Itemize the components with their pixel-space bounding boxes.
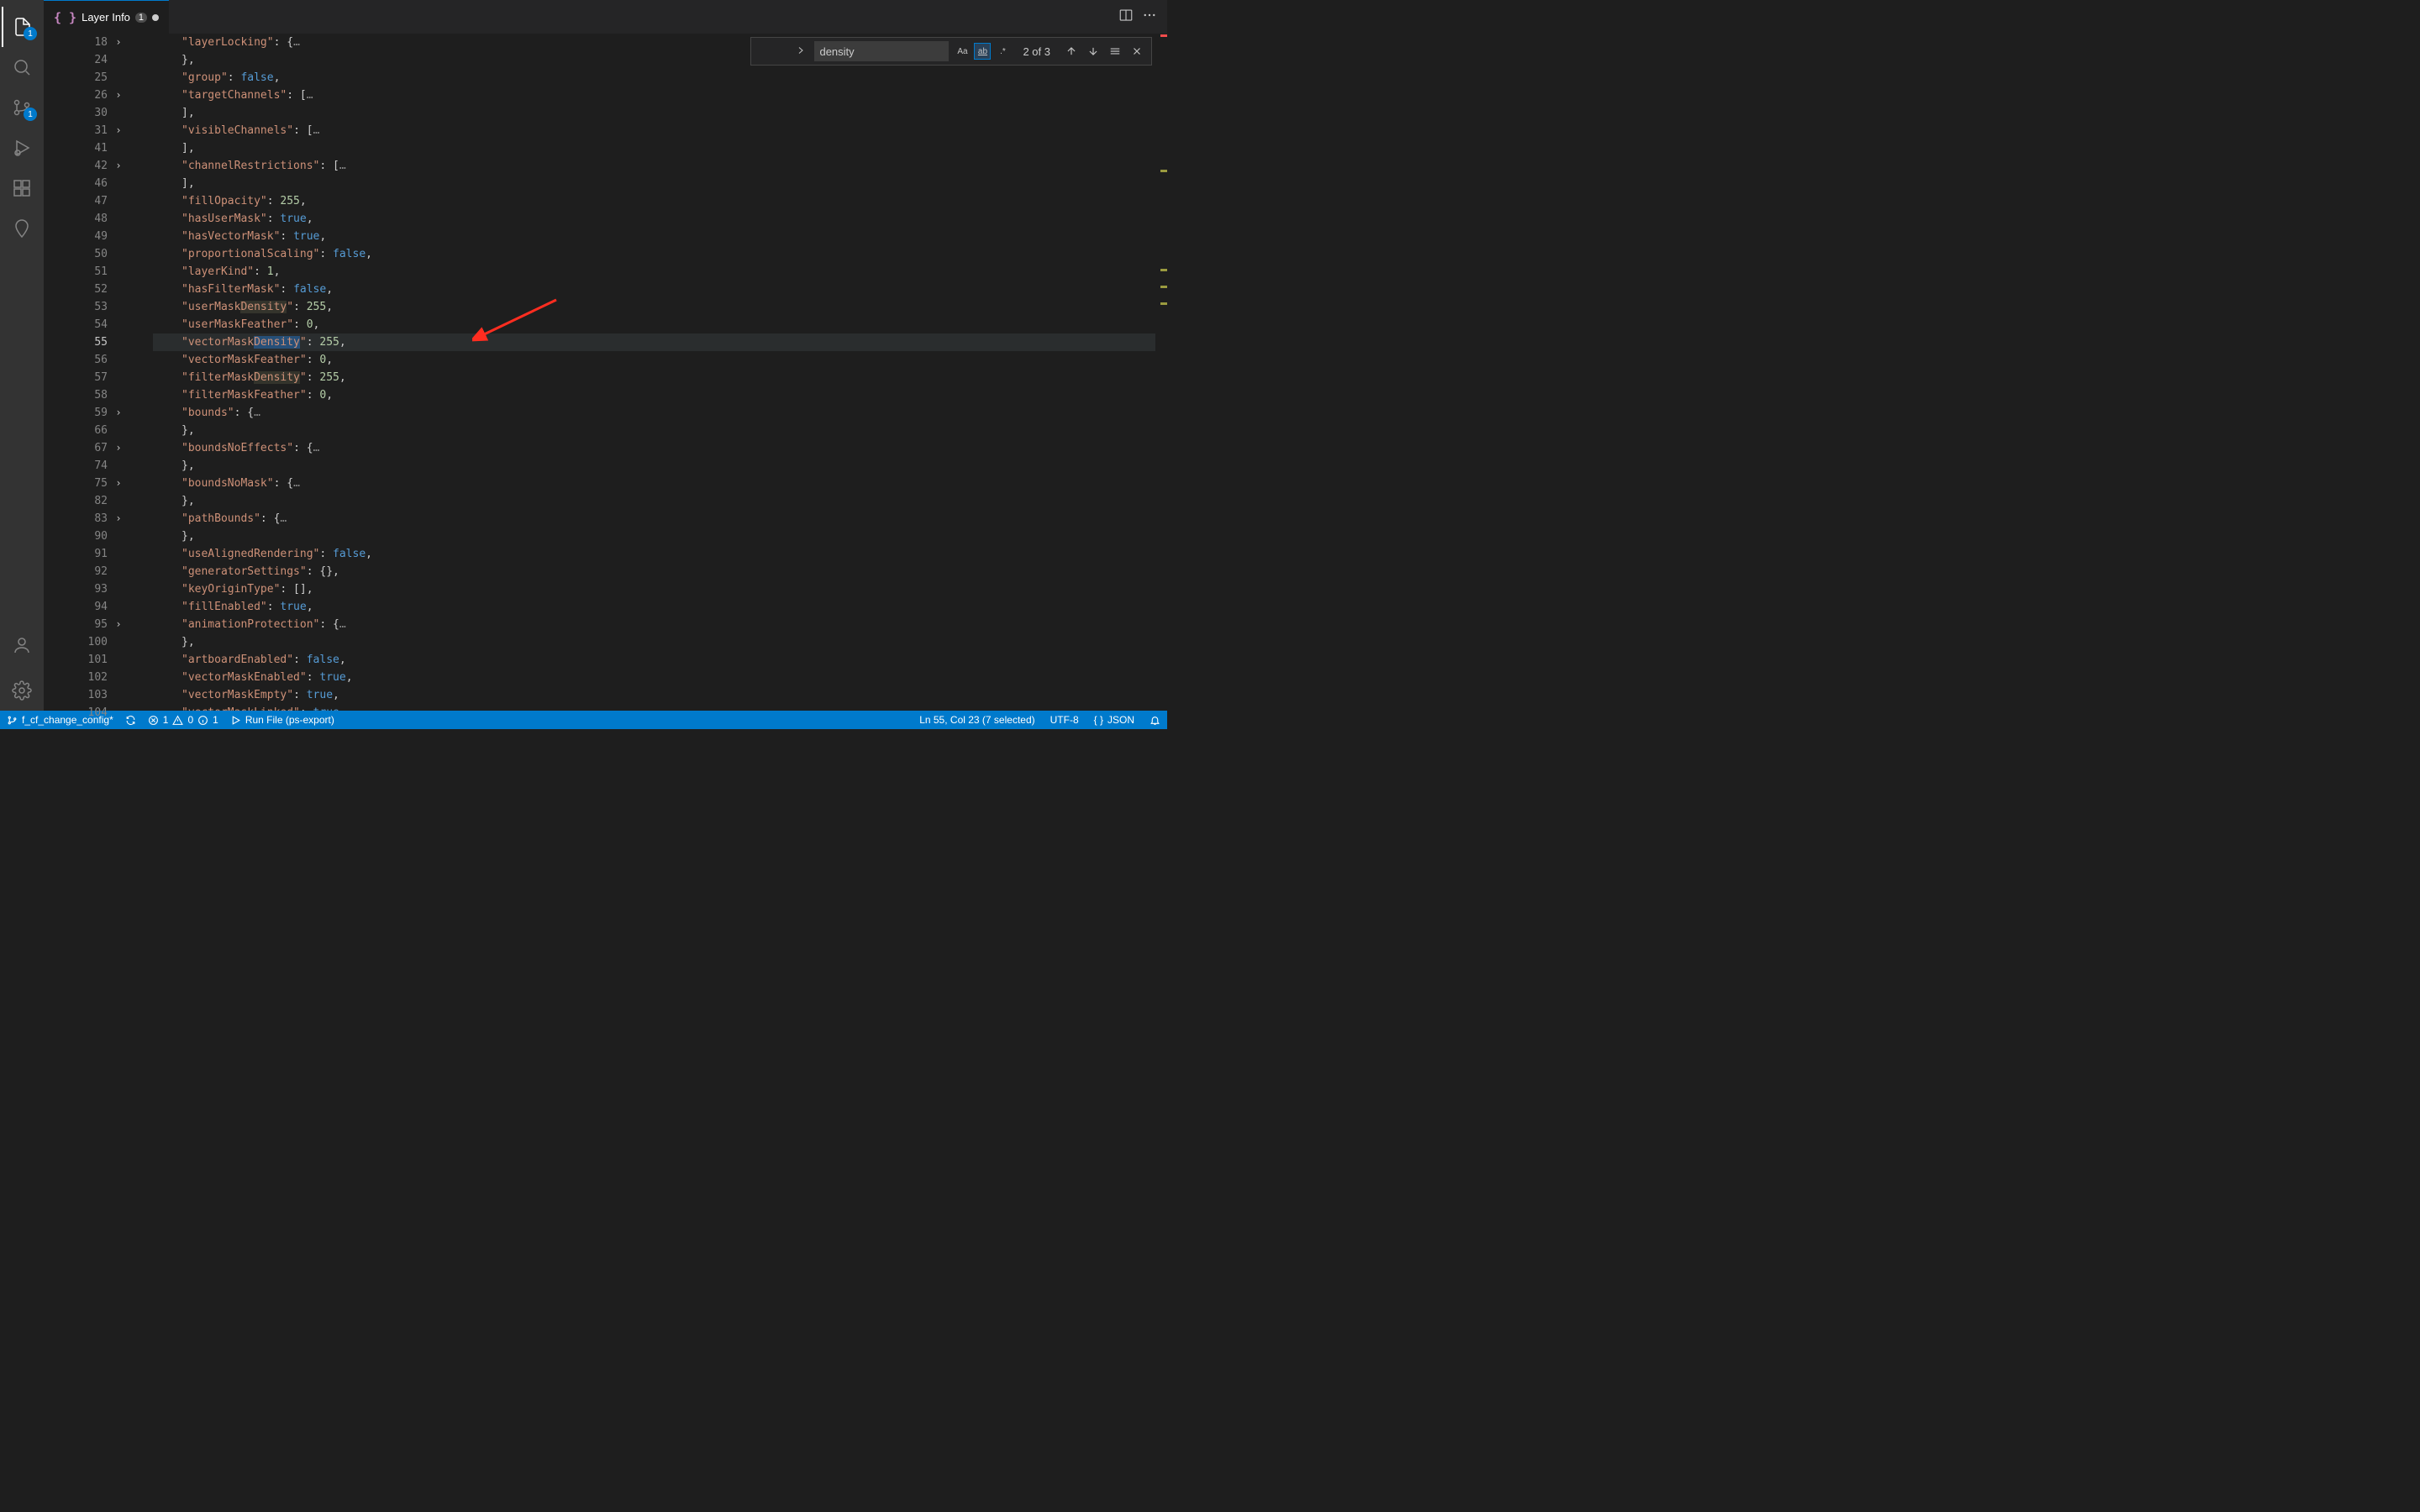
minimap-scrollbar[interactable] <box>1155 34 1167 711</box>
code-line[interactable]: "artboardEnabled": false, <box>153 651 1167 669</box>
code-line[interactable]: "pathBounds": {… <box>153 510 1167 528</box>
more-actions-icon[interactable] <box>1142 8 1157 26</box>
code-line[interactable]: "userMaskFeather": 0, <box>153 316 1167 333</box>
tab-layer-info[interactable]: { } Layer Info 1 <box>44 0 169 34</box>
line-number-gutter: 18›242526›3031›4142›46474849505152535455… <box>44 34 153 711</box>
code-line[interactable]: "generatorSettings": {}, <box>153 563 1167 580</box>
code-line[interactable]: "boundsNoEffects": {… <box>153 439 1167 457</box>
run-task-status[interactable]: Run File (ps-export) <box>230 714 334 726</box>
find-widget: Aa ab .* 2 of 3 <box>750 37 1152 66</box>
find-in-selection-icon[interactable] <box>1106 42 1124 60</box>
code-line[interactable]: "hasVectorMask": true, <box>153 228 1167 245</box>
code-line[interactable]: "fillOpacity": 255, <box>153 192 1167 210</box>
code-line[interactable]: ], <box>153 175 1167 192</box>
code-line[interactable]: "hasUserMask": true, <box>153 210 1167 228</box>
code-line[interactable]: "vectorMaskFeather": 0, <box>153 351 1167 369</box>
encoding-status[interactable]: UTF-8 <box>1050 714 1079 726</box>
json-file-icon: { } <box>54 10 76 25</box>
activity-bar: 1 1 <box>0 0 44 711</box>
status-bar: f_cf_change_config* 1 0 1 Run File (ps-e… <box>0 711 1167 729</box>
cursor-position-status[interactable]: Ln 55, Col 23 (7 selected) <box>919 714 1034 726</box>
code-line[interactable]: "userMaskDensity": 255, <box>153 298 1167 316</box>
settings-gear-icon[interactable] <box>2 670 42 711</box>
code-line[interactable]: "proportionalScaling": false, <box>153 245 1167 263</box>
code-line[interactable]: }, <box>153 633 1167 651</box>
code-line[interactable]: "layerKind": 1, <box>153 263 1167 281</box>
problems-status[interactable]: 1 0 1 <box>148 714 218 726</box>
tab-pin-badge: 1 <box>135 13 147 23</box>
accounts-icon[interactable] <box>2 625 42 665</box>
code-line[interactable]: "fillEnabled": true, <box>153 598 1167 616</box>
code-line[interactable]: }, <box>153 528 1167 545</box>
code-line[interactable]: "channelRestrictions": [… <box>153 157 1167 175</box>
code-line[interactable]: "hasFilterMask": false, <box>153 281 1167 298</box>
fold-chevron-icon[interactable]: › <box>113 34 124 51</box>
code-editor[interactable]: "layerLocking": {…},"group": false,"targ… <box>153 34 1167 711</box>
code-line[interactable]: "bounds": {… <box>153 404 1167 422</box>
source-control-icon[interactable]: 1 <box>2 87 42 128</box>
explorer-icon[interactable]: 1 <box>2 7 42 47</box>
wander-icon[interactable] <box>2 208 42 249</box>
code-line[interactable]: "keyOriginType": [], <box>153 580 1167 598</box>
find-next-icon[interactable] <box>1084 42 1102 60</box>
tab-title: Layer Info <box>82 11 130 24</box>
code-line[interactable]: "filterMaskDensity": 255, <box>153 369 1167 386</box>
code-line[interactable]: "vectorMaskLinked": true. <box>153 704 1167 711</box>
code-line[interactable]: }, <box>153 492 1167 510</box>
code-line[interactable]: "vectorMaskDensity": 255, <box>153 333 1167 351</box>
code-line[interactable]: }, <box>153 457 1167 475</box>
tab-bar: { } Layer Info 1 <box>44 0 1167 34</box>
search-icon[interactable] <box>2 47 42 87</box>
fold-chevron-icon[interactable]: › <box>113 439 124 457</box>
code-line[interactable]: }, <box>153 422 1167 439</box>
dirty-indicator-icon <box>152 14 159 21</box>
use-regex-icon[interactable]: .* <box>994 43 1011 60</box>
code-line[interactable]: ], <box>153 139 1167 157</box>
find-input[interactable] <box>814 41 949 61</box>
fold-chevron-icon[interactable]: › <box>113 404 124 422</box>
find-toggle-replace-icon[interactable] <box>756 34 809 78</box>
explorer-badge: 1 <box>24 27 37 40</box>
run-debug-icon[interactable] <box>2 128 42 168</box>
split-editor-icon[interactable] <box>1118 8 1134 26</box>
code-line[interactable]: "filterMaskFeather": 0, <box>153 386 1167 404</box>
match-whole-word-icon[interactable]: ab <box>974 43 991 60</box>
fold-chevron-icon[interactable]: › <box>113 122 124 139</box>
code-line[interactable]: ], <box>153 104 1167 122</box>
code-line[interactable]: "boundsNoMask": {… <box>153 475 1167 492</box>
code-line[interactable]: "vectorMaskEnabled": true, <box>153 669 1167 686</box>
language-mode-status[interactable]: { } JSON <box>1094 714 1134 726</box>
find-previous-icon[interactable] <box>1062 42 1081 60</box>
fold-chevron-icon[interactable]: › <box>113 157 124 175</box>
fold-chevron-icon[interactable]: › <box>113 616 124 633</box>
fold-chevron-icon[interactable]: › <box>113 510 124 528</box>
code-line[interactable]: "useAlignedRendering": false, <box>153 545 1167 563</box>
extensions-icon[interactable] <box>2 168 42 208</box>
notifications-bell-icon[interactable] <box>1150 715 1160 726</box>
scm-badge: 1 <box>24 108 37 121</box>
code-line[interactable]: "group": false, <box>153 69 1167 87</box>
code-line[interactable]: "targetChannels": [… <box>153 87 1167 104</box>
match-case-icon[interactable]: Aa <box>954 43 971 60</box>
code-line[interactable]: "visibleChannels": [… <box>153 122 1167 139</box>
close-find-icon[interactable] <box>1128 42 1146 60</box>
fold-chevron-icon[interactable]: › <box>113 87 124 104</box>
code-line[interactable]: "animationProtection": {… <box>153 616 1167 633</box>
fold-chevron-icon[interactable]: › <box>113 475 124 492</box>
code-line[interactable]: "vectorMaskEmpty": true, <box>153 686 1167 704</box>
find-result-count: 2 of 3 <box>1016 43 1057 60</box>
